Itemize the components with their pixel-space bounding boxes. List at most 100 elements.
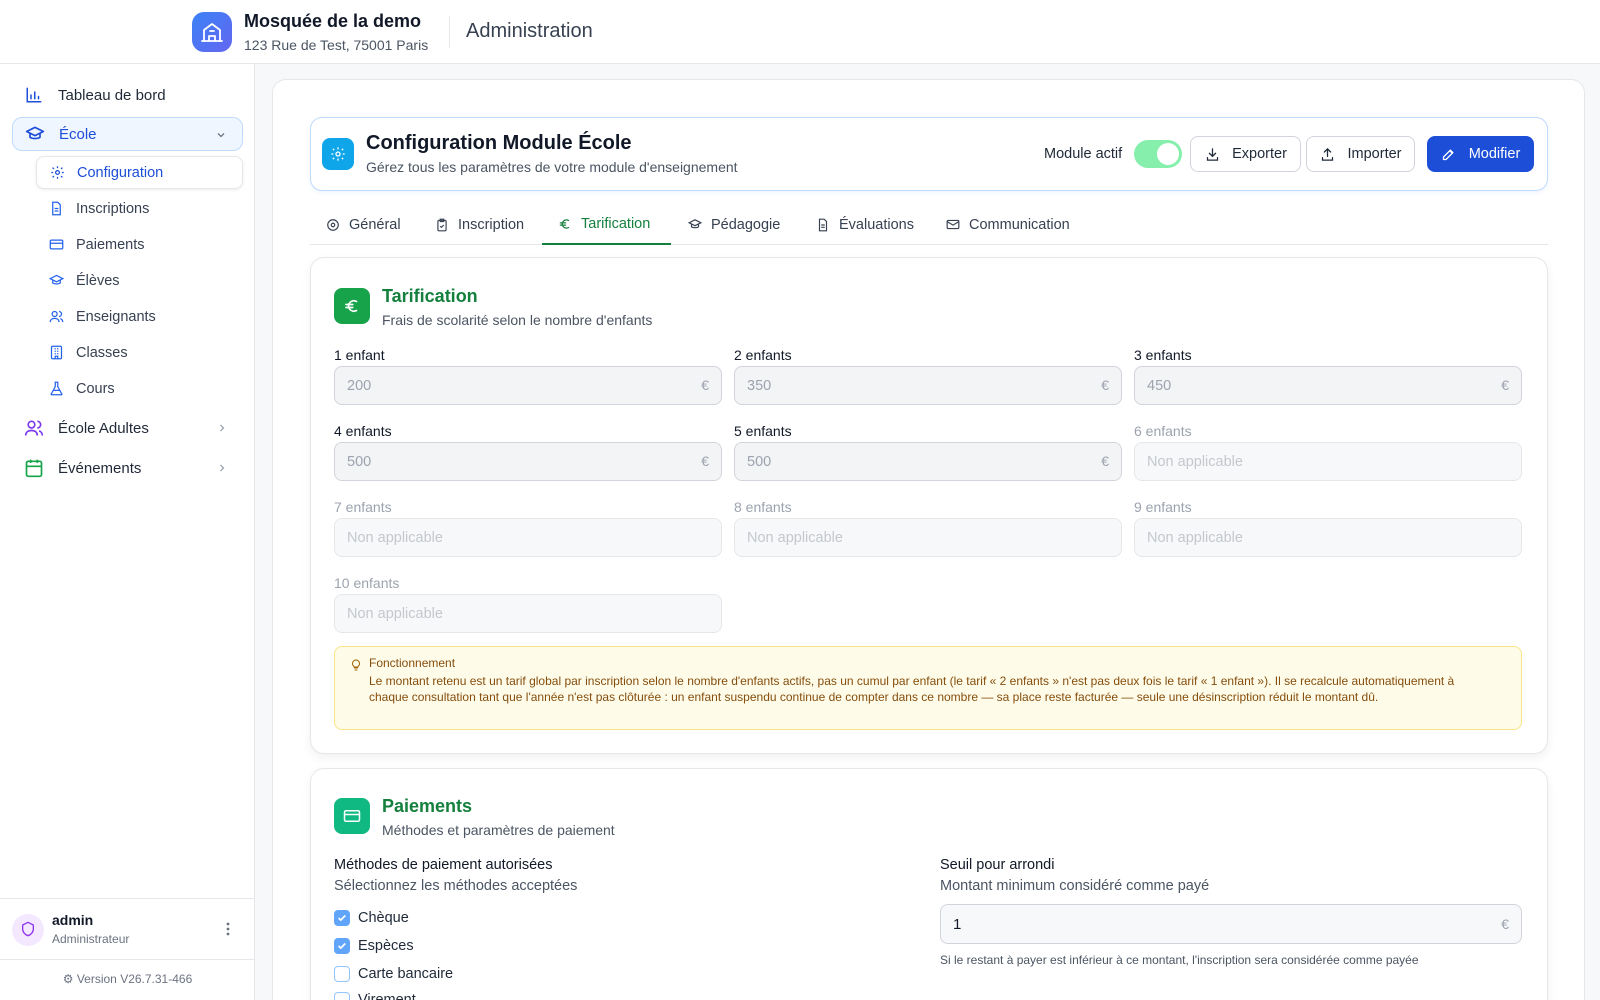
price-input-5[interactable]: 500 € [734,442,1122,481]
price-label-5: 5 enfants [734,423,792,439]
price-input-7[interactable]: Non applicable [334,518,722,557]
tab-bar: Général Inscription Tarification Pédagog… [310,204,1548,245]
tab-label: Communication [969,216,1070,233]
tab-label: Évaluations [839,216,914,233]
user-role: Administrateur [52,932,130,946]
sidebar-item-evenements[interactable]: Événements [12,451,243,485]
placeholder-text: Non applicable [347,529,443,546]
payment-method-especes[interactable]: Espèces [334,936,414,956]
graduation-cap-icon [48,273,64,289]
sidebar-item-ecole[interactable]: École [12,117,243,151]
sidebar-subitem-enseignants[interactable]: Enseignants [36,300,243,333]
price-value: 200 [347,377,372,394]
checkbox-unchecked-icon[interactable] [334,966,350,982]
euro-unit: € [1101,377,1109,393]
threshold-input[interactable]: 1 € [940,904,1522,944]
checkbox-checked-icon[interactable] [334,910,350,926]
price-input-10[interactable]: Non applicable [334,594,722,633]
price-label-6: 6 enfants [1134,423,1192,439]
users-icon [24,418,44,438]
price-label-7: 7 enfants [334,499,392,515]
top-bar: Mosquée de la demo 123 Rue de Test, 7500… [0,0,1600,64]
graduation-cap-icon [25,124,45,144]
sidebar-subitem-cours[interactable]: Cours [36,372,243,405]
price-label-2: 2 enfants [734,347,792,363]
edit-button[interactable]: Modifier [1427,136,1534,172]
lightbulb-icon [349,658,363,672]
config-subtitle: Gérez tous les paramètres de votre modul… [366,159,738,175]
sidebar-item-label: École [59,125,97,143]
euro-icon [558,217,572,231]
more-vertical-icon[interactable] [220,917,236,941]
sidebar-subitem-label: Configuration [77,164,164,181]
users-icon [48,309,64,325]
price-input-6[interactable]: Non applicable [1134,442,1522,481]
chevron-right-icon [215,421,229,435]
euro-unit: € [701,377,709,393]
tab-label: Inscription [458,216,525,233]
edit-label: Modifier [1468,146,1521,162]
payment-methods-subtitle: Sélectionnez les méthodes acceptées [334,878,578,894]
import-button[interactable]: Importer [1306,136,1415,172]
tab-label: Tarification [581,215,651,232]
tab-tarification[interactable]: Tarification [542,204,671,245]
settings-icon [322,138,354,170]
sidebar-item-label: Événements [58,459,142,477]
graduation-cap-icon [688,218,702,232]
export-button[interactable]: Exporter [1190,136,1301,172]
sidebar-subitem-configuration[interactable]: Configuration [36,156,243,189]
tarification-title: Tarification [382,286,478,306]
avatar[interactable] [12,914,44,946]
tab-general[interactable]: Général [326,204,401,245]
tab-evaluations[interactable]: Évaluations [816,204,914,245]
version-text: Version V26.7.31-466 [76,972,193,986]
sidebar: Tableau de bord École Configuration Insc… [0,64,255,1000]
payment-method-cheque[interactable]: Chèque [334,908,409,928]
tarification-subtitle: Frais de scolarité selon le nombre d'enf… [382,312,653,328]
sidebar-subitem-label: Inscriptions [76,200,150,217]
price-input-8[interactable]: Non applicable [734,518,1122,557]
price-value: 450 [1147,377,1172,394]
clipboard-icon [435,218,449,232]
config-title: Configuration Module École [366,132,632,154]
sidebar-subitem-paiements[interactable]: Paiements [36,228,243,261]
bar-chart-icon [24,85,44,105]
tab-pedagogie[interactable]: Pédagogie [688,204,780,245]
tab-inscription[interactable]: Inscription [435,204,524,245]
price-label-1: 1 enfant [334,347,385,363]
threshold-subtitle: Montant minimum considéré comme payé [940,878,1210,894]
gear-icon [326,218,340,232]
sidebar-subitem-label: Élèves [76,272,120,289]
sidebar-subitem-eleves[interactable]: Élèves [36,264,243,297]
payment-method-virement[interactable]: Virement [334,990,416,1000]
checkbox-unchecked-icon[interactable] [334,992,350,1000]
gear-icon: ⚙ [62,972,77,986]
price-input-9[interactable]: Non applicable [1134,518,1522,557]
placeholder-text: Non applicable [747,529,843,546]
placeholder-text: Non applicable [1147,529,1243,546]
document-icon [816,218,830,232]
price-input-1[interactable]: 200 € [334,366,722,405]
euro-unit: € [1501,377,1509,393]
sidebar-subitem-label: Classes [76,344,128,361]
shield-icon [20,921,36,940]
sidebar-subitem-label: Cours [76,380,115,397]
payment-method-label: Espèces [358,938,414,954]
sidebar-item-tableau-de-bord[interactable]: Tableau de bord [12,78,243,112]
price-value: 350 [747,377,772,394]
price-input-2[interactable]: 350 € [734,366,1122,405]
checkbox-checked-icon[interactable] [334,938,350,954]
sidebar-subitem-inscriptions[interactable]: Inscriptions [36,192,243,225]
payment-methods-label: Méthodes de paiement autorisées [334,857,553,873]
tab-communication[interactable]: Communication [946,204,1070,245]
sidebar-item-label: École Adultes [58,419,149,437]
sidebar-item-ecole-adultes[interactable]: École Adultes [12,411,243,445]
price-input-3[interactable]: 450 € [1134,366,1522,405]
threshold-label: Seuil pour arrondi [940,857,1055,873]
sidebar-subitem-label: Paiements [76,236,145,253]
price-input-4[interactable]: 500 € [334,442,722,481]
sidebar-subitem-classes[interactable]: Classes [36,336,243,369]
module-active-toggle[interactable] [1134,140,1182,168]
price-value: 500 [347,453,372,470]
payment-method-carte[interactable]: Carte bancaire [334,964,453,984]
